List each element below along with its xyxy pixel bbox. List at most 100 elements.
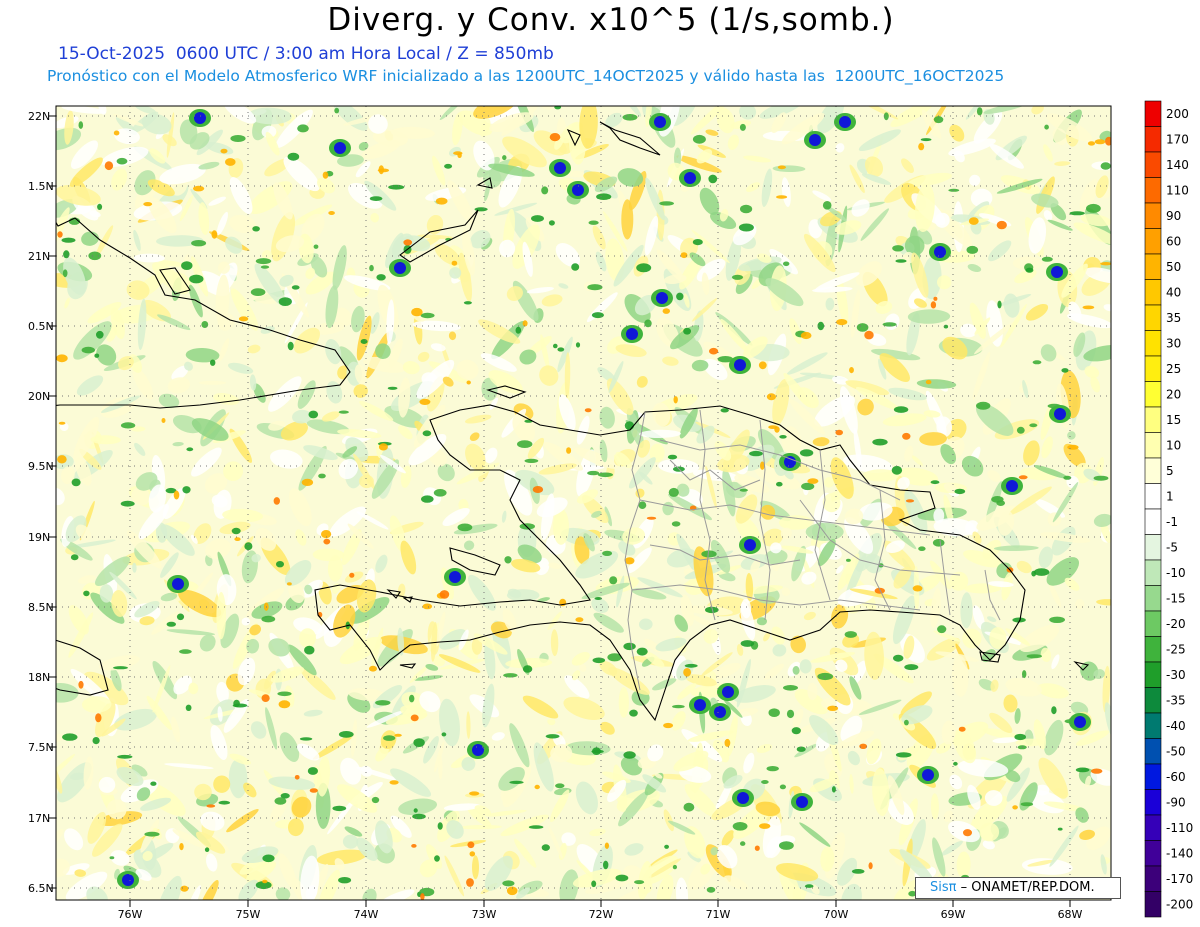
convergence-patch xyxy=(692,134,706,144)
colorbar-swatch xyxy=(1144,789,1162,816)
divergence-patch xyxy=(451,260,458,266)
convergence-patch xyxy=(338,731,354,738)
divergence-patch xyxy=(287,582,292,586)
convergence-patch xyxy=(308,410,319,419)
convergence-patch xyxy=(976,107,983,116)
colorbar-label: 140 xyxy=(1166,158,1189,172)
divergence-patch xyxy=(1018,475,1028,480)
convergence-patch xyxy=(684,663,698,668)
convergence-patch xyxy=(997,300,1002,309)
divergence-patch xyxy=(411,307,423,317)
divergence-patch xyxy=(849,367,854,374)
colorbar-label: -50 xyxy=(1166,744,1186,758)
convergence-patch xyxy=(1086,203,1101,213)
divergence-patch xyxy=(394,733,402,737)
strong-convergence-core xyxy=(839,116,851,128)
convergence-patch xyxy=(150,781,157,786)
strong-convergence-core xyxy=(472,744,484,756)
convergence-patch xyxy=(948,188,960,192)
convergence-patch xyxy=(360,339,368,344)
divergence-patch xyxy=(575,617,584,623)
convergence-patch xyxy=(297,124,309,133)
divergence-patch xyxy=(836,319,848,326)
divergence-patch xyxy=(1067,444,1079,450)
lon-label: 76W xyxy=(118,908,143,921)
convergence-patch xyxy=(92,737,100,745)
lon-label: 74W xyxy=(354,908,379,921)
strong-convergence-core xyxy=(1074,716,1086,728)
colorbar: 200 170 140 110 90 60 50 40 35 30 25 20 15 10 5 1 -1 -5 -1… xyxy=(1144,100,1193,918)
convergence-patch xyxy=(463,301,472,305)
lat-label: 20N xyxy=(28,390,50,403)
strong-convergence-core xyxy=(1054,408,1066,420)
divergence-patch xyxy=(349,572,355,578)
convergence-patch xyxy=(761,780,769,784)
convergence-patch xyxy=(299,737,313,741)
divergence-patch xyxy=(673,396,678,404)
convergence-patch xyxy=(932,539,945,547)
convergence-patch xyxy=(668,487,679,497)
colorbar-swatch xyxy=(1144,661,1162,688)
convergence-patch xyxy=(672,864,678,870)
divergence-patch xyxy=(469,851,476,857)
colorbar-label: 200 xyxy=(1166,107,1189,121)
divergence-patch xyxy=(322,171,329,179)
convergence-patch xyxy=(634,880,645,885)
convergence-patch xyxy=(1016,426,1025,434)
lon-label: 71W xyxy=(706,908,731,921)
convergence-patch xyxy=(571,263,580,271)
colorbar-label: -140 xyxy=(1166,846,1193,860)
convergence-patch xyxy=(895,259,907,263)
convergence-patch xyxy=(422,430,432,437)
divergence-patch xyxy=(584,408,592,413)
colorbar-swatch xyxy=(1144,126,1162,153)
convergence-patch xyxy=(1075,767,1090,773)
divergence-patch xyxy=(724,738,731,747)
colorbar-swatch xyxy=(1144,891,1162,918)
convergence-patch xyxy=(683,802,695,812)
colorbar-label: 90 xyxy=(1166,209,1181,223)
convergence-patch xyxy=(776,481,783,487)
convergence-patch xyxy=(740,841,746,846)
convergence-patch xyxy=(720,408,729,413)
convergence-patch xyxy=(244,542,253,551)
convergence-patch xyxy=(318,473,326,479)
convergence-patch xyxy=(166,621,176,627)
convergence-patch xyxy=(893,654,904,662)
divergence-patch xyxy=(420,893,425,900)
convergence-patch xyxy=(602,550,613,557)
convergence-patch xyxy=(615,874,629,882)
colorbar-label: -15 xyxy=(1166,591,1186,605)
divergence-patch xyxy=(161,418,166,423)
convergence-patch xyxy=(740,640,755,647)
lon-label: 70W xyxy=(824,908,849,921)
divergence-patch xyxy=(566,447,572,454)
convergence-patch xyxy=(692,239,703,246)
convergence-patch xyxy=(522,665,533,673)
strong-convergence-core xyxy=(809,134,821,146)
convergence-patch xyxy=(624,421,635,430)
field-patch xyxy=(216,591,226,640)
colorbar-swatch xyxy=(1144,177,1162,204)
strong-convergence-core xyxy=(194,112,206,124)
colorbar-label: -30 xyxy=(1166,668,1186,682)
convergence-patch xyxy=(831,786,836,793)
divergence-patch xyxy=(663,722,674,729)
divergence-patch xyxy=(238,316,249,322)
colorbar-label: 10 xyxy=(1166,438,1181,452)
convergence-patch xyxy=(1029,423,1038,428)
colorbar-label: 30 xyxy=(1166,336,1181,350)
divergence-patch xyxy=(930,301,937,309)
convergence-patch xyxy=(591,880,597,888)
convergence-patch xyxy=(749,450,763,457)
colorbar-label: -90 xyxy=(1166,795,1186,809)
divergence-patch xyxy=(323,538,331,545)
divergence-patch xyxy=(835,429,843,436)
colorbar-label: -170 xyxy=(1166,872,1193,886)
colorbar-label: -25 xyxy=(1166,642,1186,656)
convergence-patch xyxy=(277,691,292,697)
convergence-patch xyxy=(1025,267,1034,273)
colorbar-swatch xyxy=(1144,559,1162,586)
convergence-patch xyxy=(591,312,604,319)
lat-label: 17N xyxy=(28,812,50,825)
